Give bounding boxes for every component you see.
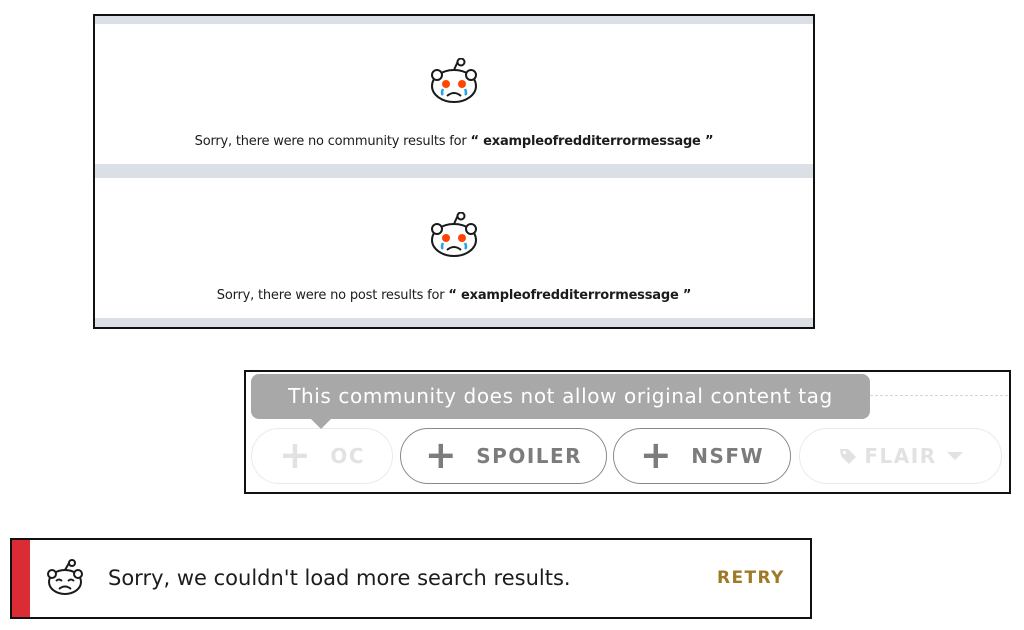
- open-quote: “: [448, 288, 462, 303]
- caret-down-icon: [946, 452, 963, 460]
- load-error-banner: Sorry, we couldn't load more search resu…: [10, 538, 812, 619]
- post-empty-state: Sorry, there were no post results for “ …: [95, 178, 813, 318]
- divider: [860, 395, 1008, 396]
- spoiler-tag-button[interactable]: + SPOILER: [400, 428, 607, 484]
- crying-snoo-icon: [431, 212, 477, 257]
- post-empty-message: Sorry, there were no post results for “ …: [95, 288, 813, 303]
- flair-button[interactable]: FLAIR: [799, 428, 1002, 484]
- close-quote: ”: [700, 134, 714, 149]
- search-query: exampleofredditerrormessage: [483, 134, 701, 149]
- flair-label: FLAIR: [864, 444, 937, 468]
- tag-icon: [840, 449, 857, 464]
- open-quote: “: [470, 134, 484, 149]
- empty-message-text: Sorry, there were no post results for: [216, 288, 445, 303]
- retry-button[interactable]: RETRY: [717, 540, 785, 617]
- nsfw-tag-label: NSFW: [691, 444, 765, 468]
- crying-snoo-icon: [431, 58, 477, 103]
- oc-tag-button[interactable]: + OC: [251, 428, 393, 484]
- nsfw-tag-button[interactable]: + NSFW: [613, 428, 791, 484]
- spoiler-tag-label: SPOILER: [476, 444, 583, 468]
- search-query: exampleofredditerrormessage: [461, 288, 679, 303]
- tooltip-arrow: [311, 419, 331, 429]
- search-results-panel: Sorry, there were no community results f…: [93, 14, 815, 329]
- sad-snoo-icon: [47, 559, 83, 595]
- plus-icon: +: [424, 433, 459, 477]
- close-quote: ”: [678, 288, 692, 303]
- plus-icon: +: [278, 433, 313, 477]
- error-accent-bar: [12, 540, 30, 617]
- empty-message-text: Sorry, there were no community results f…: [194, 134, 467, 149]
- error-message: Sorry, we couldn't load more search resu…: [108, 566, 571, 590]
- plus-icon: +: [639, 433, 674, 477]
- oc-tag-label: OC: [330, 444, 366, 468]
- oc-tag-tooltip: This community does not allow original c…: [251, 374, 870, 419]
- community-empty-state: Sorry, there were no community results f…: [95, 24, 813, 164]
- community-empty-message: Sorry, there were no community results f…: [95, 134, 813, 149]
